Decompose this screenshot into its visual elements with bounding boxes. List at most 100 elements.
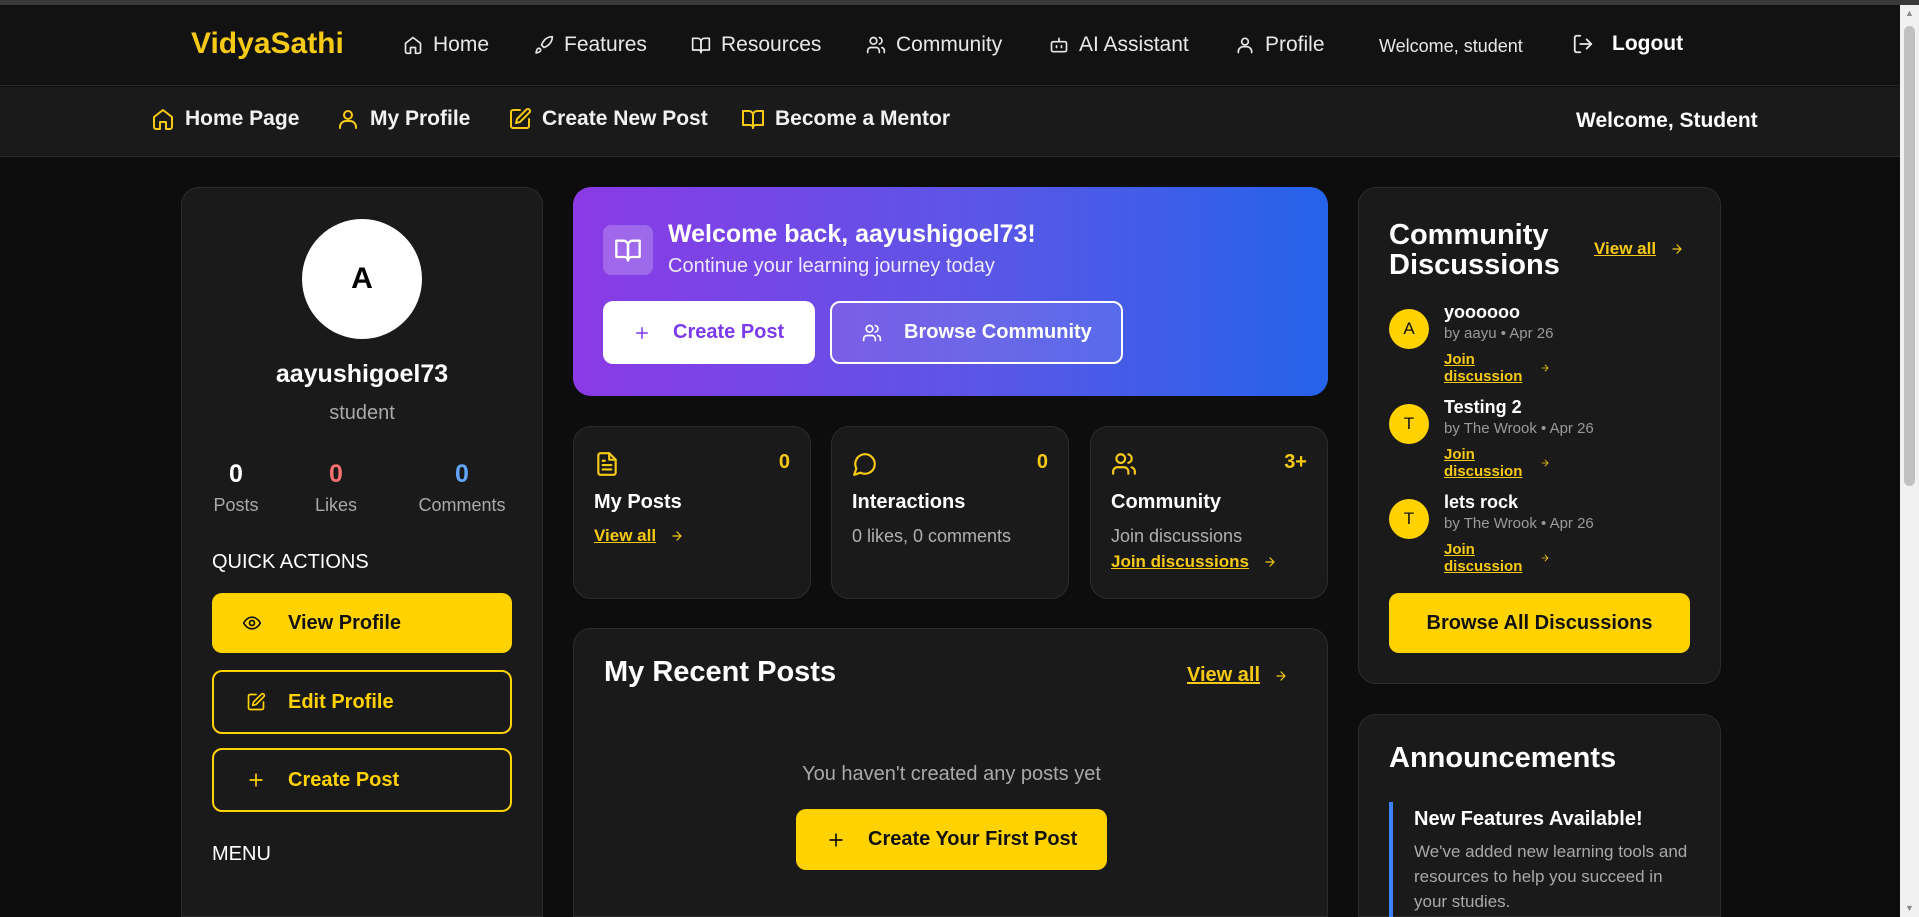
create-first-post-label: Create Your First Post xyxy=(868,828,1078,850)
community-view-all-link[interactable]: View all xyxy=(1594,239,1684,259)
discussion-meta: by aayu • Apr 26 xyxy=(1444,325,1554,342)
arrow-right-icon xyxy=(1541,459,1549,467)
users-icon xyxy=(862,324,882,341)
join-discussion-label: Join discussion xyxy=(1444,351,1523,385)
my-posts-view-all-link[interactable]: View all xyxy=(594,526,684,546)
profile-username: aayushigoel73 xyxy=(275,360,449,388)
subnav-become-mentor[interactable]: Become a Mentor xyxy=(741,107,950,131)
scrollbar-thumb[interactable] xyxy=(1904,26,1915,486)
interactions-count: 0 xyxy=(1036,451,1048,473)
nav-home-label: Home xyxy=(433,33,490,56)
recent-posts-view-all-label: View all xyxy=(1187,664,1261,686)
top-navbar: VidyaSathi Home Features Resources Commu… xyxy=(0,5,1900,86)
top-welcome-text: Welcome, student xyxy=(1379,36,1523,56)
nav-community[interactable]: Community xyxy=(866,33,1002,57)
nav-features[interactable]: Features xyxy=(534,33,647,57)
interactions-subtitle: 0 likes, 0 comments xyxy=(852,526,1012,546)
discussion-title[interactable]: Testing 2 xyxy=(1444,397,1522,418)
view-profile-button[interactable]: View Profile xyxy=(212,593,512,653)
recent-posts-view-all-link[interactable]: View all xyxy=(1187,664,1288,687)
edit-icon xyxy=(247,692,266,711)
nav-resources[interactable]: Resources xyxy=(691,33,821,57)
community-view-all-label: View all xyxy=(1594,239,1657,258)
book-open-icon xyxy=(615,239,641,262)
arrow-right-icon xyxy=(1276,670,1286,681)
users-icon xyxy=(866,36,886,54)
empty-posts-message: You haven't created any posts yet xyxy=(802,763,1101,785)
edit-profile-button[interactable]: Edit Profile xyxy=(212,670,512,734)
avatar: A xyxy=(302,219,422,339)
nav-features-label: Features xyxy=(564,33,647,56)
stat-posts: 0 Posts xyxy=(211,460,261,516)
nav-home[interactable]: Home xyxy=(403,33,489,57)
subnav-home-page-label: Home Page xyxy=(185,107,300,130)
stat-card-community: 3+ Community Join discussions Join discu… xyxy=(1090,426,1328,599)
discussion-meta: by The Wrook • Apr 26 xyxy=(1444,420,1594,437)
join-discussions-link[interactable]: Join discussions xyxy=(1111,552,1277,572)
home-icon xyxy=(404,36,422,55)
browse-community-button[interactable]: Browse Community xyxy=(830,301,1123,364)
scroll-up-arrow-icon[interactable]: ▲ xyxy=(1904,8,1915,18)
join-discussion-link[interactable]: Join discussion xyxy=(1444,541,1550,575)
edit-profile-label: Edit Profile xyxy=(288,690,394,713)
discussion-avatar: T xyxy=(1389,404,1429,444)
banner-create-post-button[interactable]: Create Post xyxy=(603,301,815,364)
subnav-home-page[interactable]: Home Page xyxy=(151,107,299,131)
profile-role: student xyxy=(329,402,395,424)
create-first-post-button[interactable]: Create Your First Post xyxy=(796,809,1107,870)
arrow-right-icon xyxy=(672,531,682,541)
arrow-right-icon xyxy=(1541,364,1549,372)
stat-posts-label: Posts xyxy=(213,495,259,515)
create-post-button[interactable]: Create Post xyxy=(212,748,512,812)
plus-icon xyxy=(249,773,263,787)
welcome-subtitle: Continue your learning journey today xyxy=(668,255,995,277)
join-discussions-label: Join discussions xyxy=(1111,552,1249,571)
join-discussion-label: Join discussion xyxy=(1444,541,1523,575)
discussion-meta: by The Wrook • Apr 26 xyxy=(1444,515,1594,532)
join-discussion-link[interactable]: Join discussion xyxy=(1444,446,1550,480)
message-circle-icon xyxy=(853,453,876,476)
nav-profile[interactable]: Profile xyxy=(1235,33,1325,57)
announcement-title: New Features Available! xyxy=(1414,808,1643,830)
discussion-avatar: T xyxy=(1389,499,1429,539)
arrow-right-icon xyxy=(1265,557,1275,567)
my-posts-title: My Posts xyxy=(594,491,682,513)
community-subtitle: Join discussions xyxy=(1111,526,1243,546)
stat-comments-label: Comments xyxy=(418,495,506,515)
menu-heading: MENU xyxy=(212,843,271,865)
arrow-right-icon xyxy=(1672,244,1682,254)
browse-community-label: Browse Community xyxy=(904,321,1092,343)
community-discussions-card: Community Discussions View all A yoooooo… xyxy=(1358,187,1721,684)
stat-card-my-posts: 0 My Posts View all xyxy=(573,426,811,599)
scroll-down-arrow-icon[interactable]: ▼ xyxy=(1904,903,1915,913)
my-posts-view-all-label: View all xyxy=(594,526,657,545)
arrow-right-icon xyxy=(1541,554,1549,562)
subnav-my-profile[interactable]: My Profile xyxy=(336,107,470,131)
discussion-title[interactable]: lets rock xyxy=(1444,492,1518,513)
community-title: Community xyxy=(1111,491,1221,513)
profile-card: A aayushigoel73 student 0 Posts 0 Likes … xyxy=(181,187,543,917)
discussion-title[interactable]: yoooooo xyxy=(1444,302,1520,323)
logout-label: Logout xyxy=(1612,32,1684,55)
subnav-create-new-post[interactable]: Create New Post xyxy=(508,107,708,131)
edit-icon xyxy=(510,108,531,129)
interactions-title: Interactions xyxy=(852,491,966,513)
logout-button[interactable]: Logout xyxy=(1572,32,1683,56)
join-discussion-link[interactable]: Join discussion xyxy=(1444,351,1550,385)
browse-all-discussions-button[interactable]: Browse All Discussions xyxy=(1389,593,1690,653)
secondary-navbar: Home Page My Profile Create New Post Bec… xyxy=(0,87,1900,157)
stat-likes-value: 0 xyxy=(329,460,343,488)
welcome-banner: Welcome back, aayushigoel73! Continue yo… xyxy=(573,187,1328,396)
subnav-become-mentor-label: Become a Mentor xyxy=(775,107,951,130)
nav-resources-label: Resources xyxy=(721,33,822,56)
brand-logo[interactable]: VidyaSathi xyxy=(191,27,344,61)
home-icon xyxy=(153,109,173,130)
community-count: 3+ xyxy=(1284,451,1307,473)
view-profile-label: View Profile xyxy=(288,611,402,634)
recent-posts-title: My Recent Posts xyxy=(604,656,837,688)
plus-icon xyxy=(829,832,843,847)
announcements-card: Announcements New Features Available! We… xyxy=(1358,714,1721,917)
create-post-label: Create Post xyxy=(288,768,400,791)
nav-ai-assistant-label: AI Assistant xyxy=(1079,33,1189,56)
nav-ai-assistant[interactable]: AI Assistant xyxy=(1049,33,1189,57)
